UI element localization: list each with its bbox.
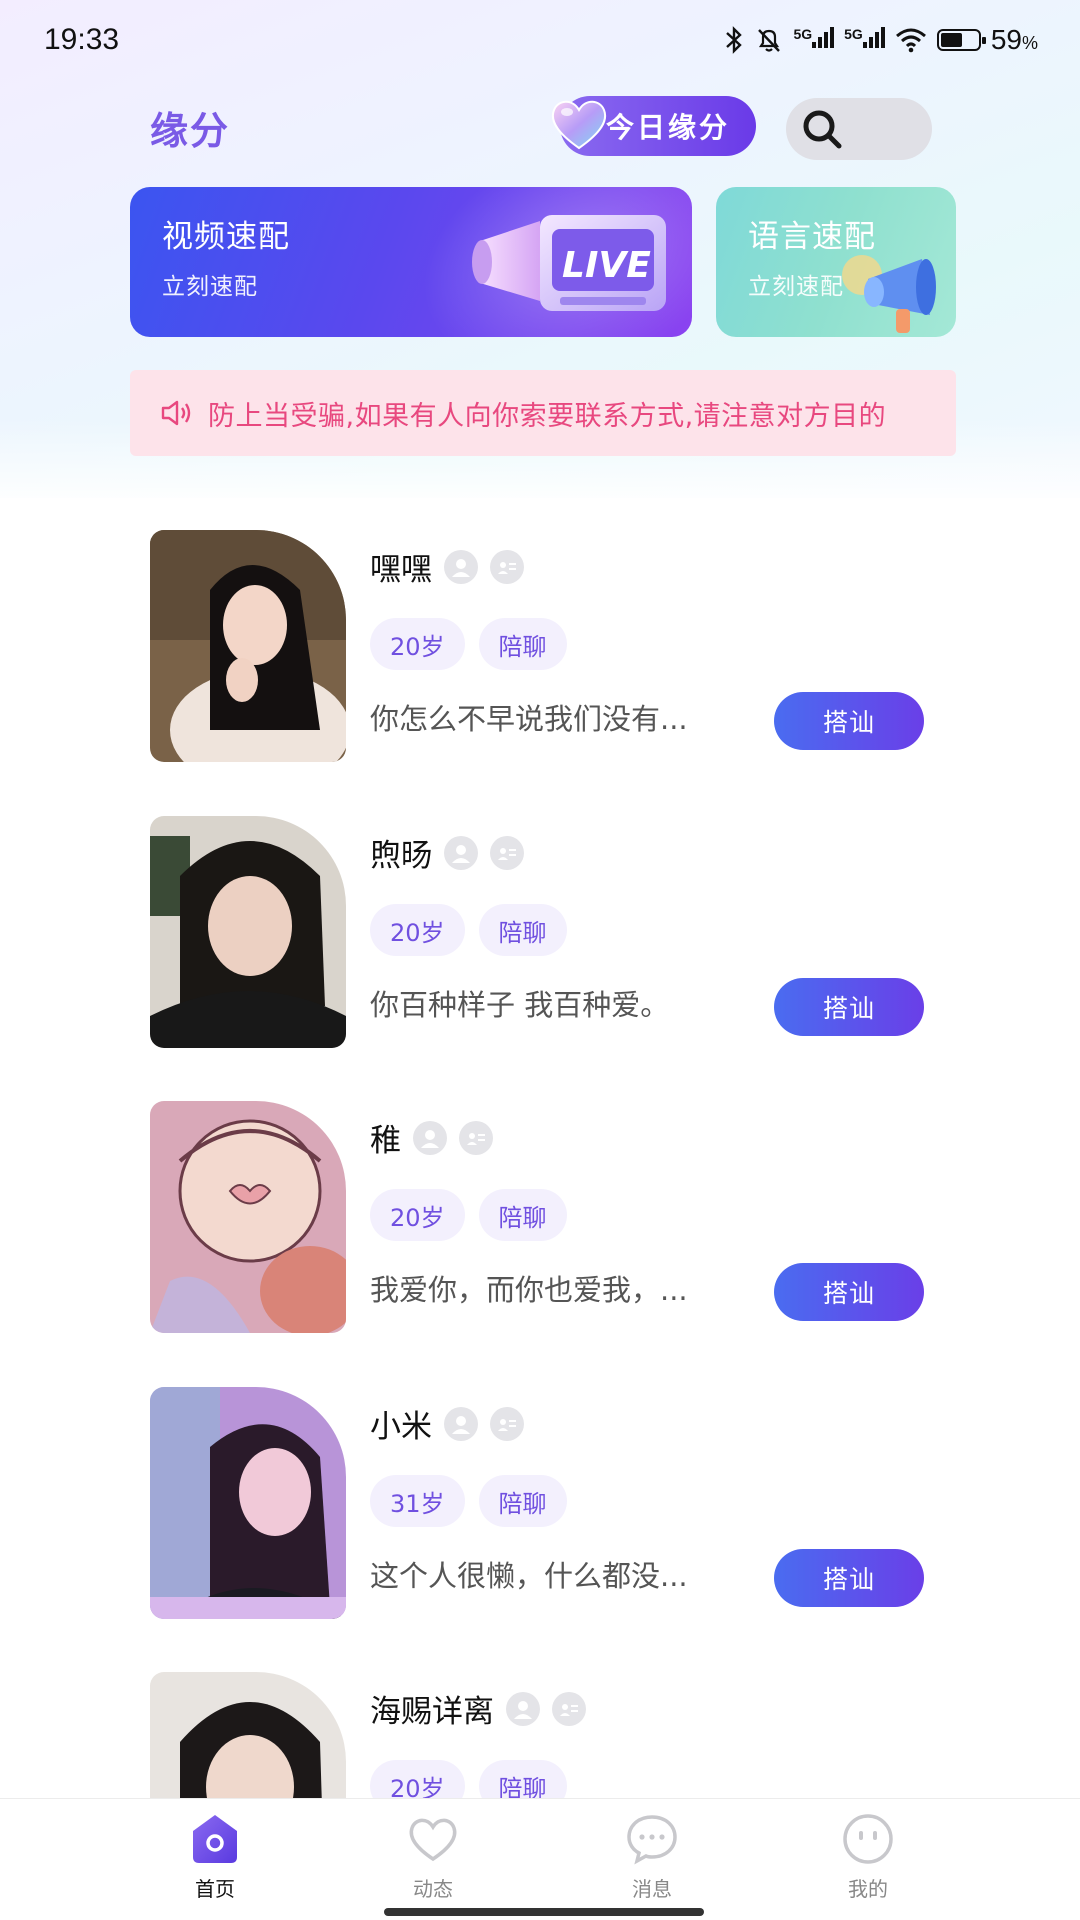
home-icon (193, 1815, 237, 1863)
greet-button[interactable]: 搭讪 (774, 978, 924, 1036)
verified-avatar-icon (506, 1691, 540, 1726)
user-list-item[interactable]: 小米 31岁 陪聊 这个人很懒，什么都没... 搭讪 (0, 1387, 1080, 1619)
age-tag: 20岁 (370, 904, 465, 956)
id-card-icon (459, 1120, 493, 1155)
verified-avatar-icon (444, 835, 478, 870)
speaker-icon (161, 400, 191, 426)
user-name: 煦旸 (370, 838, 432, 874)
home-indicator[interactable] (384, 1908, 704, 1916)
greet-button[interactable]: 搭讪 (774, 1263, 924, 1321)
status-time: 19:33 (44, 23, 120, 56)
id-card-icon (490, 835, 524, 870)
verified-avatar-icon (444, 1406, 478, 1441)
user-name-row: 稚 (370, 1115, 493, 1160)
user-name-row: 海赐详离 (370, 1686, 586, 1731)
status-icons: 5G 5G 59% (723, 24, 1038, 56)
verified-avatar-icon (444, 549, 478, 584)
user-tags: 20岁 陪聊 (370, 1189, 567, 1241)
user-name: 海赐详离 (370, 1694, 494, 1730)
role-tag: 陪聊 (478, 1189, 567, 1241)
voice-match-subtitle: 立刻速配 (748, 274, 844, 300)
svg-text:LIVE: LIVE (562, 245, 651, 286)
network-label-2: 5G (844, 26, 863, 42)
app-screen: 19:33 5G 5G 59% 缘分 今日缘分 视频速配 立刻速配 LIVE 语… (0, 0, 1080, 1920)
wifi-icon (895, 28, 926, 53)
battery-level (940, 33, 963, 47)
user-tags: 20岁 陪聊 (370, 904, 567, 956)
heart-icon (409, 1818, 457, 1862)
nav-item-messages[interactable]: 消息 (592, 1811, 712, 1902)
mute-bell-icon (758, 29, 781, 52)
avatar[interactable] (150, 816, 346, 1048)
chat-icon (627, 1815, 677, 1865)
search-icon (803, 110, 842, 149)
nav-item-home[interactable]: 首页 (155, 1811, 275, 1902)
nav-label-messages: 消息 (632, 1877, 672, 1901)
battery-unit: % (1021, 33, 1038, 53)
user-bio: 我爱你，而你也爱我，... (370, 1273, 688, 1307)
avatar[interactable] (150, 1387, 346, 1619)
nav-label-moments: 动态 (413, 1877, 453, 1901)
network-label-1: 5G (793, 26, 813, 42)
user-name-row: 嘿嘿 (370, 544, 524, 589)
bottom-nav: 首页 动态 消息 我的 (0, 1798, 1080, 1920)
battery-icon (936, 29, 986, 51)
live-camera-icon: LIVE (472, 215, 666, 311)
user-name: 小米 (370, 1409, 432, 1445)
user-bio: 这个人很懒，什么都没... (370, 1559, 688, 1593)
nav-label-profile: 我的 (848, 1877, 888, 1901)
age-tag: 20岁 (370, 618, 465, 670)
bluetooth-icon (726, 26, 743, 54)
nav-item-profile[interactable]: 我的 (808, 1811, 928, 1902)
age-tag: 20岁 (370, 1189, 465, 1241)
age-tag: 31岁 (370, 1475, 465, 1527)
user-tags: 20岁 陪聊 (370, 618, 567, 670)
avatar[interactable] (150, 530, 346, 762)
id-card-icon (490, 549, 524, 584)
battery-percent: 59 (990, 24, 1022, 55)
role-tag: 陪聊 (478, 618, 567, 670)
voice-match-card[interactable]: 语言速配 立刻速配 (716, 187, 956, 337)
nav-item-moments[interactable]: 动态 (373, 1811, 493, 1902)
signal-2: 5G (844, 26, 885, 54)
role-tag: 陪聊 (478, 1475, 567, 1527)
today-fate-button[interactable]: 今日缘分 (551, 96, 756, 156)
user-list-item[interactable]: 稚 20岁 陪聊 我爱你，而你也爱我，... 搭讪 (0, 1101, 1080, 1333)
user-bio: 你怎么不早说我们没有... (370, 702, 688, 736)
id-card-icon (490, 1406, 524, 1441)
battery-text: 59% (991, 24, 1038, 56)
signal-1: 5G (793, 26, 835, 54)
heart-3d-icon (551, 100, 607, 150)
role-tag: 陪聊 (478, 904, 567, 956)
id-card-icon (552, 1691, 586, 1726)
search-button[interactable] (786, 98, 932, 160)
today-fate-label: 今日缘分 (605, 111, 730, 144)
verified-avatar-icon (413, 1120, 447, 1155)
user-list-item[interactable]: 嘿嘿 20岁 陪聊 你怎么不早说我们没有... 搭讪 (0, 530, 1080, 762)
notice-text: 防上当受骗,如果有人向你索要联系方式,请注意对方目的 (208, 400, 887, 432)
status-bar: 19:33 5G 5G 59% (0, 0, 1080, 80)
profile-icon (843, 1814, 893, 1864)
video-match-subtitle: 立刻速配 (162, 274, 258, 300)
user-name: 稚 (370, 1123, 401, 1159)
nav-label-home: 首页 (195, 1877, 235, 1901)
user-name: 嘿嘿 (370, 552, 432, 588)
user-bio: 你百种样子 我百种爱。 (370, 988, 670, 1022)
user-name-row: 煦旸 (370, 830, 524, 875)
avatar[interactable] (150, 1101, 346, 1333)
video-match-card[interactable]: 视频速配 立刻速配 LIVE (130, 187, 692, 337)
greet-button[interactable]: 搭讪 (774, 1549, 924, 1607)
video-match-title: 视频速配 (162, 219, 290, 255)
greet-button[interactable]: 搭讪 (774, 692, 924, 750)
user-name-row: 小米 (370, 1401, 524, 1446)
user-tags: 31岁 陪聊 (370, 1475, 567, 1527)
page-title: 缘分 (145, 100, 235, 161)
user-list-item[interactable]: 煦旸 20岁 陪聊 你百种样子 我百种爱。 搭讪 (0, 816, 1080, 1048)
megaphone-icon (842, 255, 936, 333)
notice-banner: 防上当受骗,如果有人向你索要联系方式,请注意对方目的 (130, 370, 956, 456)
